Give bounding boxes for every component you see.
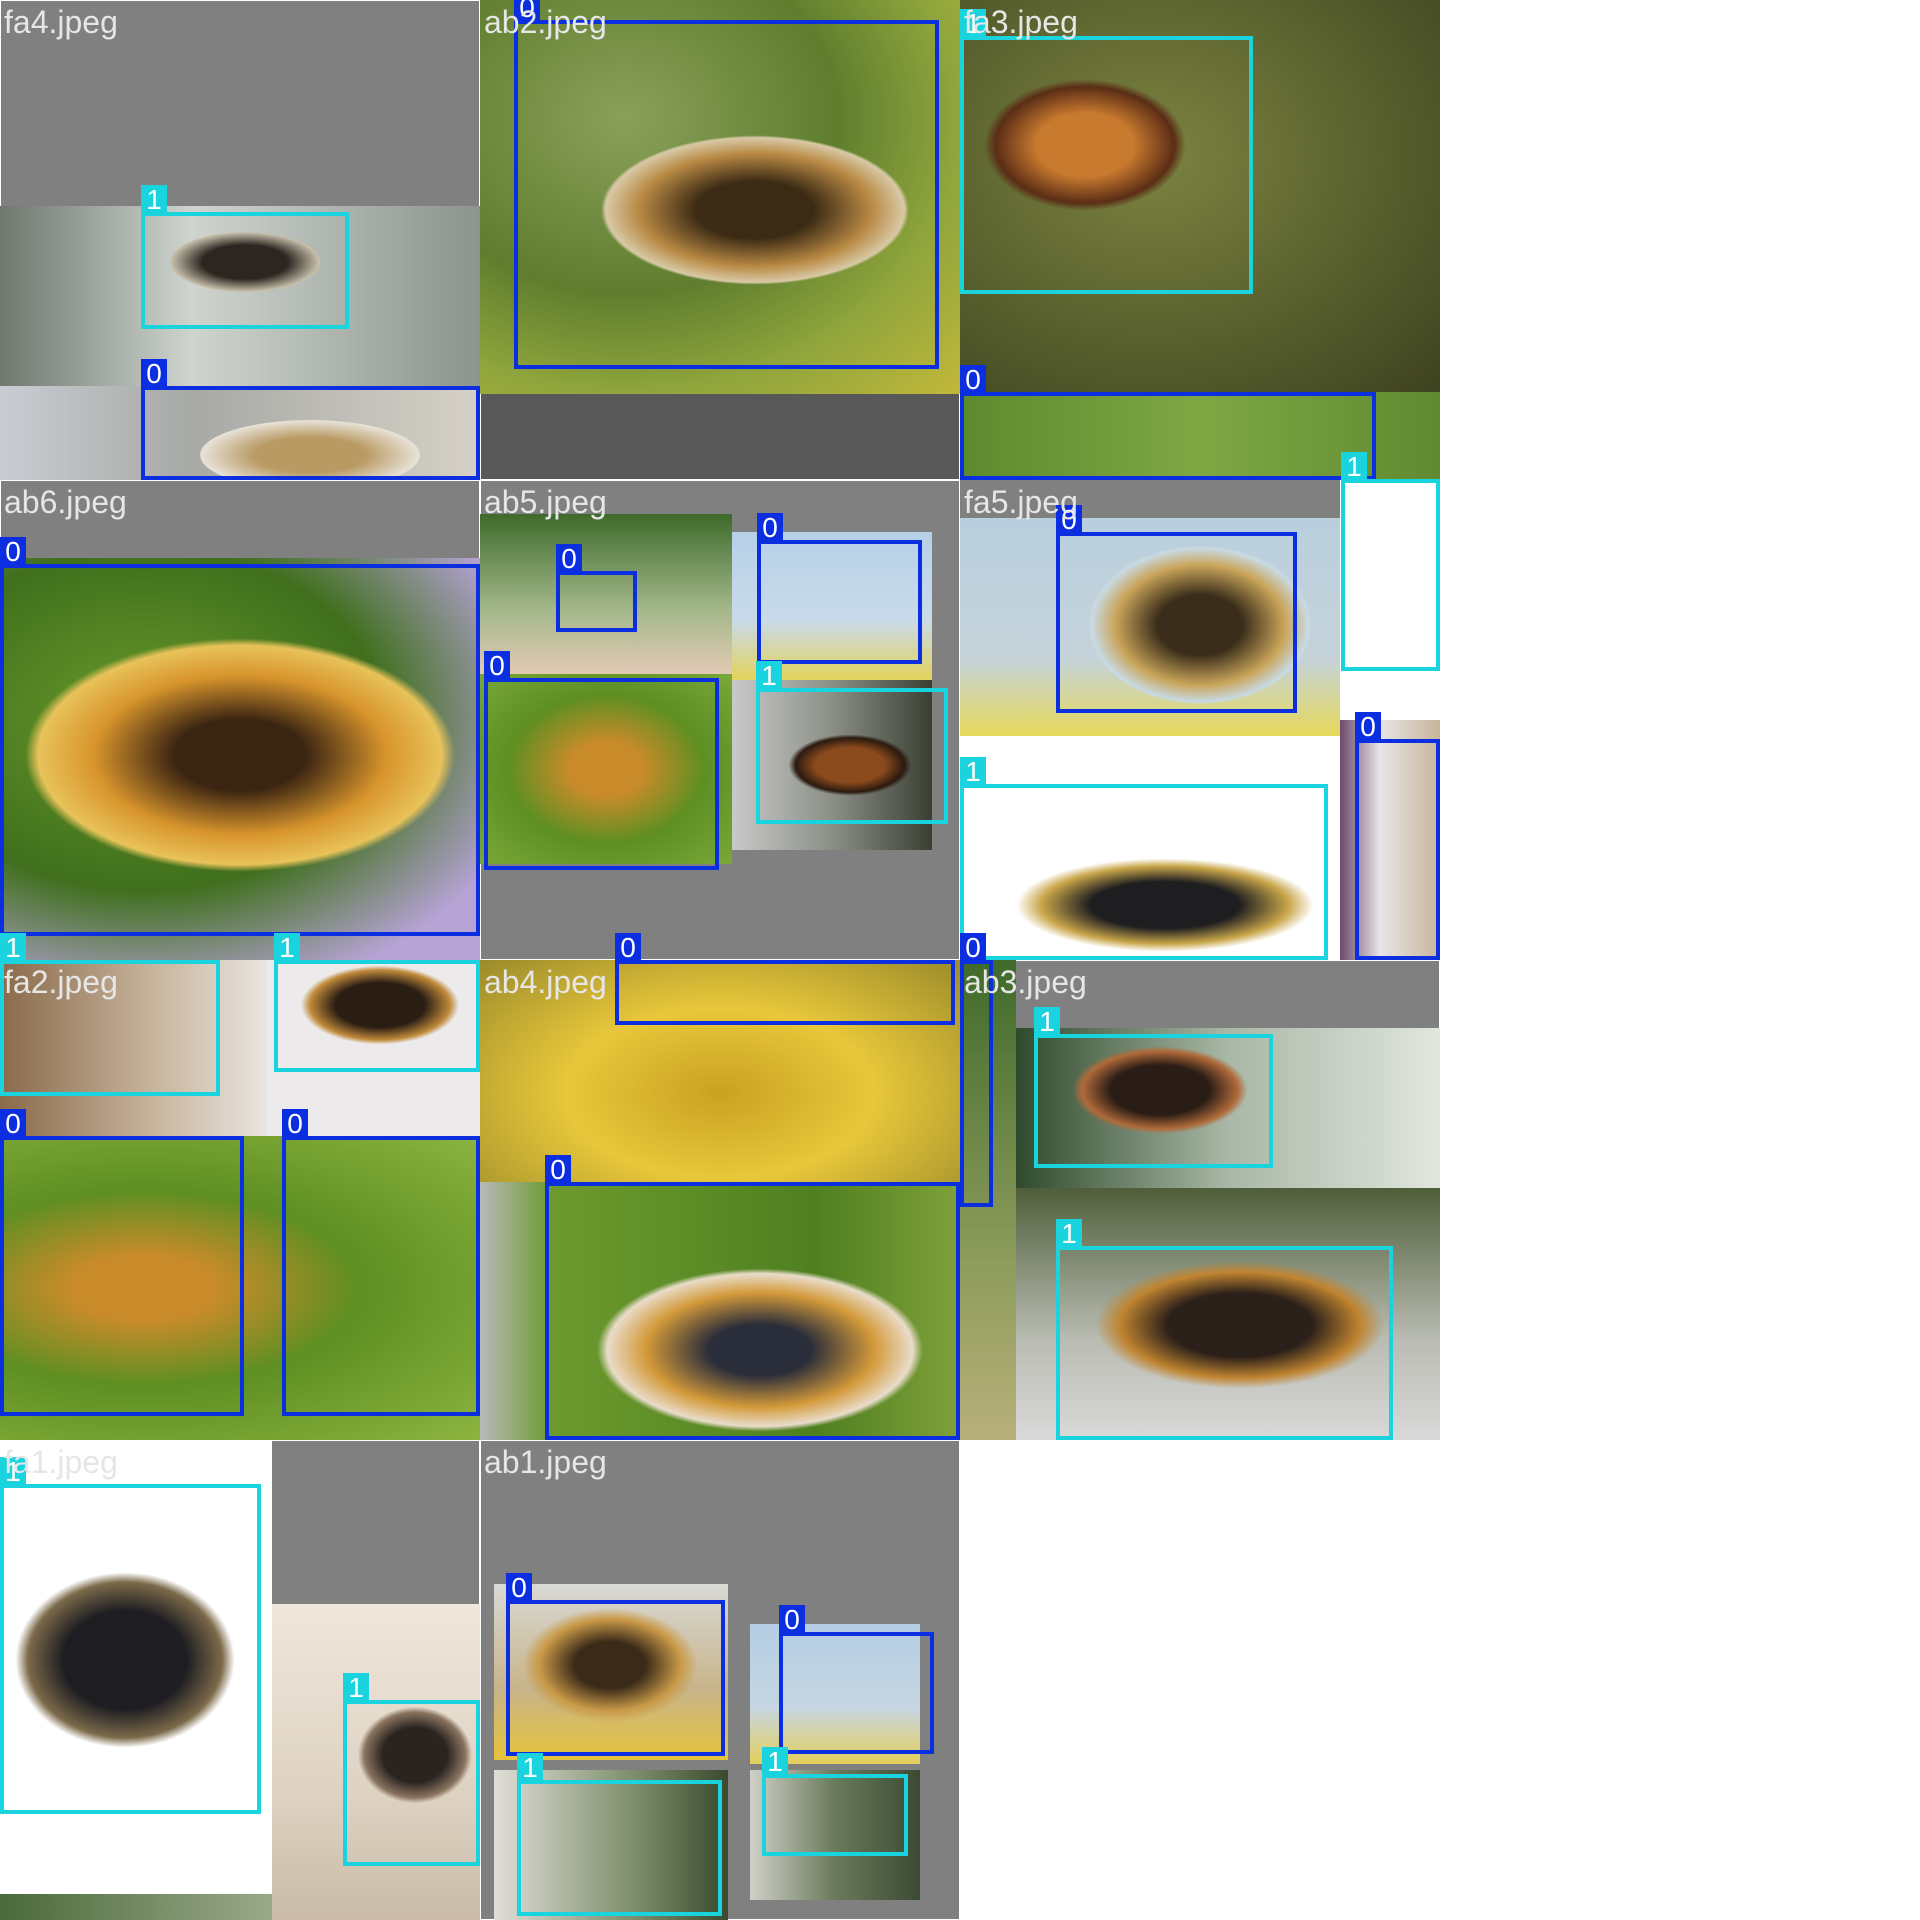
detection-box: 1	[1034, 1007, 1273, 1168]
detection-box: 0	[484, 651, 719, 870]
tile-title: fa1.jpeg	[4, 1444, 118, 1480]
detection-box: 1	[1056, 1219, 1393, 1440]
class-label: 0	[960, 933, 986, 963]
detection-box: 1	[960, 9, 1253, 294]
class-label: 1	[1341, 452, 1367, 482]
tile-title: fa2.jpeg	[4, 964, 118, 1000]
tile-title: ab4.jpeg	[484, 964, 607, 1000]
detection-box: 0	[0, 1109, 244, 1416]
detection-box: 0	[556, 544, 637, 632]
class-label: 0	[757, 513, 783, 543]
class-label: 1	[274, 933, 300, 963]
image-region	[0, 1894, 272, 1920]
class-label: 1	[1034, 1007, 1060, 1037]
tile-title: ab1.jpeg	[484, 1444, 607, 1480]
class-label: 1	[762, 1747, 788, 1777]
detection-box: 1	[1341, 452, 1440, 671]
detection-box: 0	[506, 1573, 725, 1756]
class-label: 0	[556, 544, 582, 574]
detection-box: 0	[960, 365, 1376, 480]
tile-title: ab5.jpeg	[484, 484, 607, 520]
class-label: 1	[0, 933, 26, 963]
tile-title: ab2.jpeg	[484, 4, 607, 40]
detection-box: 1	[343, 1673, 480, 1866]
tile-title: ab3.jpeg	[964, 964, 1087, 1000]
detection-box: 1	[762, 1747, 908, 1856]
class-label: 1	[141, 185, 167, 215]
mosaic-canvas: fa4.jpeg 1 0 ab2.jpeg 0 fa3.jpeg 1 0 ab6…	[0, 0, 1920, 1920]
class-label: 1	[756, 661, 782, 691]
class-label: 0	[141, 359, 167, 389]
detection-box: 0	[514, 0, 939, 369]
detection-box: 0	[545, 1155, 960, 1440]
class-label: 0	[506, 1573, 532, 1603]
detection-box: 1	[517, 1753, 722, 1916]
detection-box: 0	[141, 359, 480, 480]
class-label: 1	[343, 1673, 369, 1703]
detection-box: 0	[615, 933, 955, 1025]
detection-box: 0	[779, 1605, 934, 1754]
class-label: 0	[484, 651, 510, 681]
detection-box: 0	[757, 513, 922, 664]
class-label: 0	[960, 365, 986, 395]
detection-box: 1	[960, 757, 1328, 960]
class-label: 1	[1056, 1219, 1082, 1249]
class-label: 0	[545, 1155, 571, 1185]
detection-box: 1	[274, 933, 480, 1072]
detection-box: 0	[1355, 712, 1440, 960]
class-label: 0	[615, 933, 641, 963]
detection-box: 0	[282, 1109, 480, 1416]
class-label: 0	[0, 537, 26, 567]
tile-title: fa5.jpeg	[964, 484, 1078, 520]
tile-title: fa4.jpeg	[4, 4, 118, 40]
detection-box: 0	[1056, 505, 1297, 713]
detection-box: 1	[0, 1457, 261, 1814]
class-label: 0	[779, 1605, 805, 1635]
class-label: 1	[517, 1753, 543, 1783]
tile-title: ab6.jpeg	[4, 484, 127, 520]
class-label: 0	[0, 1109, 26, 1139]
class-label: 1	[960, 757, 986, 787]
class-label: 0	[1355, 712, 1381, 742]
detection-box: 1	[141, 185, 349, 329]
tile-title: fa3.jpeg	[964, 4, 1078, 40]
class-label: 0	[282, 1109, 308, 1139]
detection-box: 1	[756, 661, 948, 824]
detection-box: 0	[0, 537, 480, 936]
